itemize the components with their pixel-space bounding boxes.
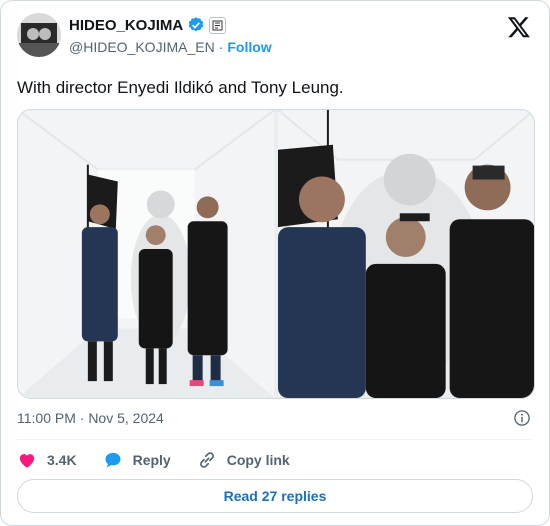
separator-dot: · bbox=[218, 39, 224, 55]
follow-button[interactable]: Follow bbox=[227, 39, 271, 55]
tweet-header: HIDEO_KOJIMA @HIDEO_KOJIMA_EN · Follow bbox=[17, 13, 533, 61]
handle[interactable]: @HIDEO_KOJIMA_EN bbox=[69, 39, 215, 55]
reply-button[interactable]: Reply bbox=[103, 450, 171, 470]
tweet-text: With director Enyedi Ildikó and Tony Leu… bbox=[17, 78, 344, 97]
handle-row: @HIDEO_KOJIMA_EN · Follow bbox=[69, 39, 272, 55]
name-row: HIDEO_KOJIMA bbox=[69, 16, 227, 34]
copy-link-label: Copy link bbox=[226, 452, 290, 468]
heart-icon bbox=[19, 454, 35, 468]
display-name[interactable]: HIDEO_KOJIMA bbox=[69, 17, 183, 34]
link-icon bbox=[199, 452, 214, 468]
timestamp[interactable]: 11:00 PM · Nov 5, 2024 bbox=[17, 410, 164, 426]
avatar[interactable] bbox=[17, 13, 61, 57]
photo-left[interactable] bbox=[18, 110, 275, 398]
x-logo-icon[interactable] bbox=[507, 15, 531, 39]
media-grid[interactable] bbox=[17, 109, 535, 399]
divider bbox=[17, 439, 533, 440]
affiliate-badge-icon[interactable] bbox=[209, 16, 227, 34]
reply-label: Reply bbox=[132, 452, 171, 468]
tweet-card: HIDEO_KOJIMA @HIDEO_KOJIMA_EN · Follow W… bbox=[0, 0, 550, 526]
verified-badge-icon bbox=[188, 17, 204, 32]
photo-right[interactable] bbox=[277, 110, 535, 398]
copy-link-button[interactable]: Copy link bbox=[197, 450, 290, 470]
read-replies-button[interactable]: Read 27 replies bbox=[17, 479, 533, 513]
reply-bubble-icon bbox=[105, 452, 121, 468]
timestamp-row: 11:00 PM · Nov 5, 2024 bbox=[17, 407, 533, 429]
like-button[interactable]: 3.4K bbox=[17, 450, 77, 470]
action-bar: 3.4K Reply Copy link bbox=[17, 447, 290, 473]
like-count: 3.4K bbox=[47, 452, 77, 468]
info-icon[interactable] bbox=[513, 409, 531, 427]
